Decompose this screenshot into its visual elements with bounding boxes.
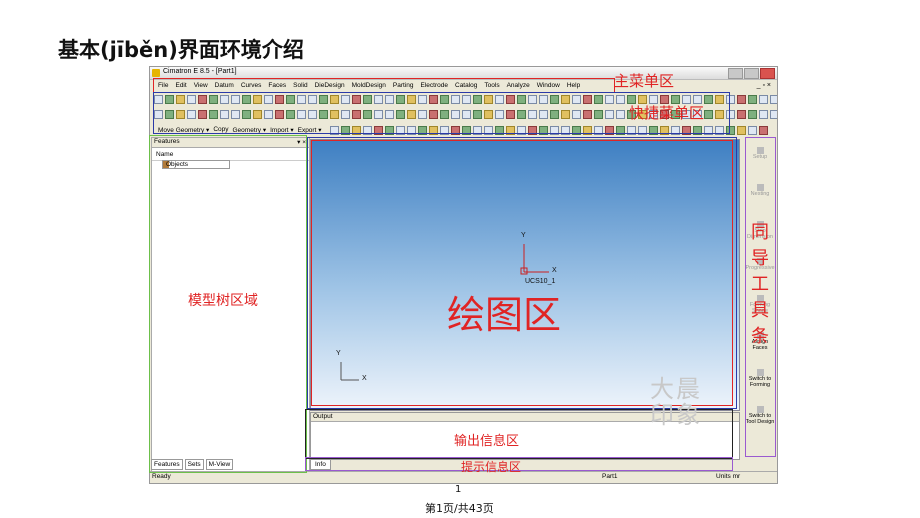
output-area-annotation: 输出信息区: [454, 434, 520, 449]
wizard-annotation-char: 工: [751, 274, 769, 295]
toolbar-tool-icon[interactable]: [770, 110, 777, 119]
toolbar-tool-icon[interactable]: [748, 95, 757, 104]
window-controls: [728, 68, 775, 79]
page-count: 第1页/共43页: [425, 502, 494, 515]
status-ready: Ready: [152, 473, 171, 480]
toolbar-tool-icon[interactable]: [748, 126, 757, 135]
status-units: Units mr: [716, 473, 741, 480]
close-button[interactable]: [760, 68, 775, 79]
toolbar-tool-icon[interactable]: [759, 110, 768, 119]
wizard-annotation-char: 条: [751, 326, 769, 347]
maximize-button[interactable]: [744, 68, 759, 79]
page-number: 1: [455, 484, 462, 495]
toolbar-tool-icon[interactable]: [759, 95, 768, 104]
toolbar-tool-icon[interactable]: [737, 126, 746, 135]
document-window-controls[interactable]: _ ▫ ×: [757, 82, 771, 89]
status-part: Part1: [602, 473, 618, 480]
wizard-annotation-char: 具: [751, 300, 769, 321]
main-menu-box: [153, 78, 615, 93]
watermark-text: 大晨 印象: [650, 375, 702, 429]
slide-title: 基本(jīběn)界面环境介绍: [58, 38, 304, 62]
drawing-area-annotation: 绘图区: [447, 293, 562, 337]
main-menu-annotation: 主菜单区: [614, 72, 675, 90]
model-tree-annotation: 模型树区域: [188, 293, 258, 309]
toolbar-tool-icon[interactable]: [759, 126, 768, 135]
minimize-button[interactable]: [728, 68, 743, 79]
prompt-area-annotation: 提示信息区: [461, 460, 522, 474]
app-logo-icon: [152, 69, 160, 77]
drawing-area-box: [311, 140, 733, 406]
quick-menu-annotation: 快捷菜单区: [629, 104, 705, 122]
toolbar-tool-icon[interactable]: [737, 110, 746, 119]
toolbar-tool-icon[interactable]: [770, 95, 777, 104]
window-title: Cimatron E 8.5 - [Part1]: [163, 68, 237, 75]
toolbar-tool-icon[interactable]: [748, 110, 757, 119]
wizard-annotation-char: 同: [751, 222, 769, 243]
toolbar-tool-icon[interactable]: [737, 95, 746, 104]
wizard-annotation-char: 导: [751, 248, 769, 269]
